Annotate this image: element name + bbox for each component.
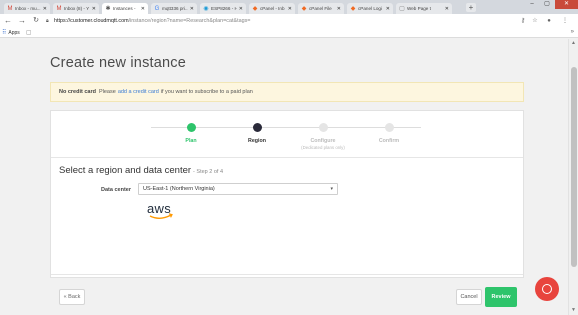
page-scrollbar[interactable]: ▲ ▼: [568, 39, 578, 315]
cpanel-icon: ◆: [350, 5, 356, 12]
tab-label: cPanel - Inb: [260, 6, 285, 11]
browser-tab[interactable]: ◆ cPanel File ✕: [298, 3, 344, 14]
close-icon[interactable]: ✕: [386, 6, 390, 12]
review-button[interactable]: Review: [485, 287, 517, 307]
cloudmqtt-icon: ✱: [105, 5, 111, 12]
wizard-card: Plan Region Configure (Dedicated plans o…: [50, 110, 524, 307]
section-title: Select a region and data center - Step 2 …: [59, 165, 223, 176]
tab-label: Web Page t: [407, 6, 431, 11]
bookmarks-bar: ⠿ Apps ▢ »: [0, 28, 578, 38]
credit-card-notice: No credit card Please add a credit card …: [50, 82, 524, 102]
notice-text: if you want to subscribe to a paid plan: [160, 89, 253, 95]
notice-text: Please: [98, 89, 116, 95]
scroll-thumb[interactable]: [571, 67, 577, 267]
divider: [51, 274, 523, 275]
forward-arrow-icon[interactable]: →: [17, 16, 27, 26]
page-title: Create new instance: [50, 55, 186, 71]
menu-icon[interactable]: ⋮: [560, 16, 570, 26]
step-label-region: Region: [248, 138, 266, 144]
data-center-select[interactable]: US-East-1 (Northern Virginia) ▾: [138, 183, 338, 195]
tab-label: cPanel Logi: [358, 6, 383, 11]
close-icon[interactable]: ✕: [43, 6, 47, 12]
close-icon[interactable]: ✕: [288, 6, 292, 12]
cpanel-icon: ◆: [252, 5, 258, 12]
page-icon: ▢: [399, 5, 405, 12]
step-label-plan[interactable]: Plan: [161, 138, 221, 144]
browser-tab[interactable]: M Inbox - mu... ✕: [4, 3, 50, 14]
close-icon[interactable]: ✕: [337, 6, 341, 12]
url-host: https://customer.cloudmqtt.com: [54, 18, 129, 24]
chat-icon: [542, 284, 552, 294]
tab-label: mqtt336 pri...: [162, 6, 188, 11]
google-icon: G: [154, 5, 160, 12]
step-label-confirm: Confirm: [378, 138, 400, 144]
divider: [51, 157, 523, 158]
chevron-right-icon[interactable]: »: [571, 29, 574, 35]
tab-label: Inbox (8) - Y: [64, 6, 90, 11]
page-content: Create new instance No credit card Pleas…: [0, 39, 568, 315]
back-arrow-icon[interactable]: ←: [3, 16, 13, 26]
esp-icon: ◉: [203, 5, 209, 12]
tab-label: Inbox - mu...: [15, 6, 41, 11]
progress-stepper: Plan Region Configure (Dedicated plans o…: [151, 117, 421, 153]
apps-grid-icon[interactable]: ⠿: [2, 29, 6, 36]
caret-down-icon: ▾: [330, 186, 333, 192]
browser-toolbar: ← → ↻ 🔒︎ https://customer.cloudmqtt.com /…: [0, 14, 578, 28]
browser-tab-active[interactable]: ✱ Instances - ✕: [102, 3, 148, 14]
data-center-value: US-East-1 (Northern Virginia): [143, 186, 215, 192]
close-icon[interactable]: ✕: [92, 6, 96, 12]
browser-tab[interactable]: ◉ ESP8266 - H ✕: [200, 3, 246, 14]
step-dot-confirm: [385, 123, 394, 132]
close-icon[interactable]: ✕: [141, 6, 145, 12]
data-center-label: Data center: [101, 187, 131, 193]
step-dot-configure: [319, 123, 328, 132]
step-indicator: - Step 2 of 4: [193, 169, 224, 175]
gmail-icon: M: [7, 5, 13, 12]
close-icon[interactable]: ✕: [445, 6, 449, 12]
gmail-icon: M: [56, 5, 62, 12]
cpanel-icon: ◆: [301, 5, 307, 12]
back-button[interactable]: « Back: [59, 289, 85, 305]
address-bar[interactable]: 🔒︎ https://customer.cloudmqtt.com/instan…: [46, 16, 516, 26]
reload-icon[interactable]: ↻: [31, 16, 41, 26]
close-icon[interactable]: ✕: [239, 6, 243, 12]
browser-tab[interactable]: M Inbox (8) - Y ✕: [53, 3, 99, 14]
browser-tab[interactable]: G mqtt336 pri... ✕: [151, 3, 197, 14]
cancel-button[interactable]: Cancel: [456, 289, 482, 305]
url-path: /instance/region?name=Research&plan=cat&…: [128, 18, 251, 24]
scroll-down-icon[interactable]: ▼: [569, 307, 578, 314]
browser-tab-strip: M Inbox - mu... ✕ M Inbox (8) - Y ✕ ✱ In…: [0, 0, 578, 14]
page-icon[interactable]: ▢: [26, 29, 32, 36]
minimize-icon[interactable]: –: [525, 0, 539, 9]
lock-icon: 🔒︎: [46, 18, 49, 24]
close-window-icon[interactable]: ✕: [555, 0, 578, 9]
notice-bold: No credit card: [59, 89, 96, 95]
step-dot-plan: [187, 123, 196, 132]
tab-label: cPanel File: [309, 6, 332, 11]
new-tab-button[interactable]: +: [466, 3, 476, 12]
star-icon[interactable]: ☆: [530, 16, 540, 26]
tab-label: Instances -: [113, 6, 136, 11]
apps-bookmark[interactable]: Apps: [8, 30, 19, 36]
aws-smile-icon: [149, 213, 173, 219]
step-label-configure: Configure: [310, 138, 336, 144]
scroll-up-icon[interactable]: ▲: [569, 40, 578, 47]
key-icon[interactable]: ⚷: [518, 16, 528, 26]
chat-launcher-button[interactable]: [535, 277, 559, 301]
aws-logo: aws: [147, 201, 175, 221]
close-icon[interactable]: ✕: [190, 6, 194, 12]
tab-label: ESP8266 - H: [211, 6, 237, 11]
browser-tab[interactable]: ▢ Web Page t ✕: [396, 3, 452, 14]
step-sub-configure: (Dedicated plans only): [301, 145, 345, 150]
step-dot-region: [253, 123, 262, 132]
browser-tab[interactable]: ◆ cPanel Logi ✕: [347, 3, 393, 14]
add-credit-card-link[interactable]: add a credit card: [118, 89, 159, 95]
section-title-text: Select a region and data center: [59, 165, 192, 176]
profile-icon[interactable]: ●: [544, 16, 554, 26]
maximize-icon[interactable]: ▢: [540, 0, 554, 9]
browser-tab[interactable]: ◆ cPanel - Inb ✕: [249, 3, 295, 14]
